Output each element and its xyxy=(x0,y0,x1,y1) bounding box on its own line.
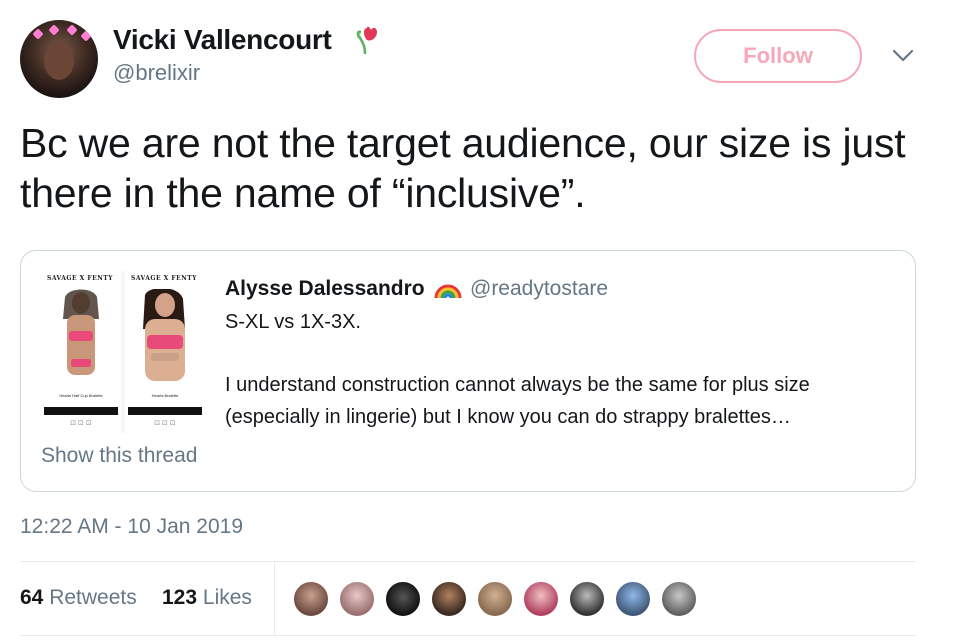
retweets-stat[interactable]: 64 Retweets xyxy=(20,586,137,610)
quoted-text-line: S-XL vs 1X-3X. xyxy=(225,311,361,333)
author-avatar[interactable] xyxy=(20,20,98,98)
liker-avatar[interactable] xyxy=(568,580,606,618)
show-thread-link[interactable]: Show this thread xyxy=(41,444,197,468)
liker-avatar[interactable] xyxy=(430,580,468,618)
model-image xyxy=(129,289,201,389)
author-display-name[interactable]: Vicki Vallencourt xyxy=(113,24,332,56)
liker-avatar[interactable] xyxy=(660,580,698,618)
tweet-text: Bc we are not the target audience, our s… xyxy=(20,120,906,216)
quoted-text-body: I understand construction cannot always … xyxy=(225,374,810,428)
likes-count: 123 xyxy=(162,586,198,609)
liker-avatar[interactable] xyxy=(384,580,422,618)
product-screenshot-right: SAVAGE X FENTY Hearts Bralette ⊡ ⊡ ⊡ xyxy=(125,271,205,433)
divider xyxy=(20,635,916,636)
quoted-handle[interactable]: @readytostare xyxy=(470,277,608,301)
author-handle[interactable]: @brelixir xyxy=(113,60,200,86)
model-image xyxy=(45,289,117,389)
retweets-count: 64 xyxy=(20,586,44,609)
quoted-tweet-media[interactable]: SAVAGE X FENTY Hearts Half Cup Bralette … xyxy=(41,271,205,433)
quoted-display-name[interactable]: Alysse Dalessandro xyxy=(225,277,425,301)
divider xyxy=(20,561,916,562)
chevron-down-icon[interactable] xyxy=(890,46,916,66)
tulip-emoji-icon xyxy=(356,26,377,55)
likes-stat[interactable]: 123 Likes xyxy=(162,586,252,610)
follow-button[interactable]: Follow xyxy=(694,29,862,83)
rainbow-emoji-icon xyxy=(434,284,462,299)
liker-avatar[interactable] xyxy=(292,580,330,618)
liker-avatar[interactable] xyxy=(476,580,514,618)
tweet-timestamp[interactable]: 12:22 AM - 10 Jan 2019 xyxy=(20,515,243,539)
liker-avatar[interactable] xyxy=(338,580,376,618)
likes-label: Likes xyxy=(202,586,252,609)
quoted-tweet-card[interactable]: SAVAGE X FENTY Hearts Half Cup Bralette … xyxy=(20,250,916,492)
product-screenshot-left: SAVAGE X FENTY Hearts Half Cup Bralette … xyxy=(41,271,121,433)
retweets-label: Retweets xyxy=(49,586,137,609)
divider xyxy=(274,561,275,636)
liker-avatar[interactable] xyxy=(614,580,652,618)
liker-avatar[interactable] xyxy=(522,580,560,618)
